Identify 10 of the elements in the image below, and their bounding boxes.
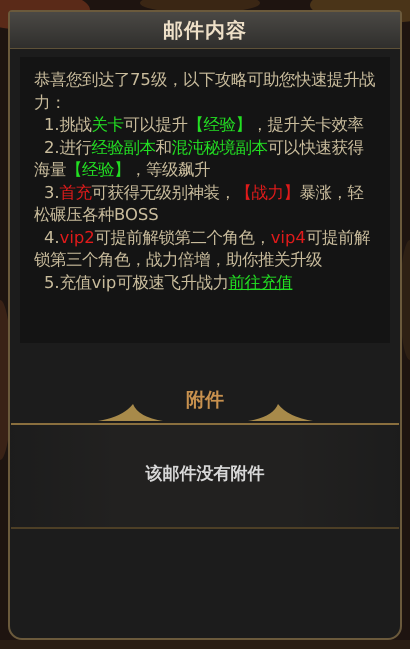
mail-paragraph: 恭喜您到达了75级，以下攻略可助您快速提升战力：: [34, 69, 376, 114]
mail-paragraph: 4.vip2可提前解锁第二个角色，vip4可提前解锁第三个角色，战力倍增，助你推关升级: [34, 226, 371, 271]
mail-paragraph: 1.挑战关卡可以提升【经验】，提升关卡效率: [43, 114, 365, 136]
mail-paragraph: 3.首充可获得无级别神装，【战力】暴涨，轻松碾压各种BOSS: [34, 182, 365, 226]
section-title: 附件: [186, 388, 224, 413]
window-title: 邮件内容: [163, 16, 247, 44]
recharge-link[interactable]: 前往充值: [228, 272, 292, 292]
empty-message: 该邮件没有附件: [146, 462, 264, 484]
mail-paragraph: 5.充值vip可极速飞升战力前往充值: [43, 272, 294, 294]
mail-paragraph: 2.进行经验副本和混沌秘境副本可以快速获得海量【经验】，等级飙升: [34, 136, 365, 181]
